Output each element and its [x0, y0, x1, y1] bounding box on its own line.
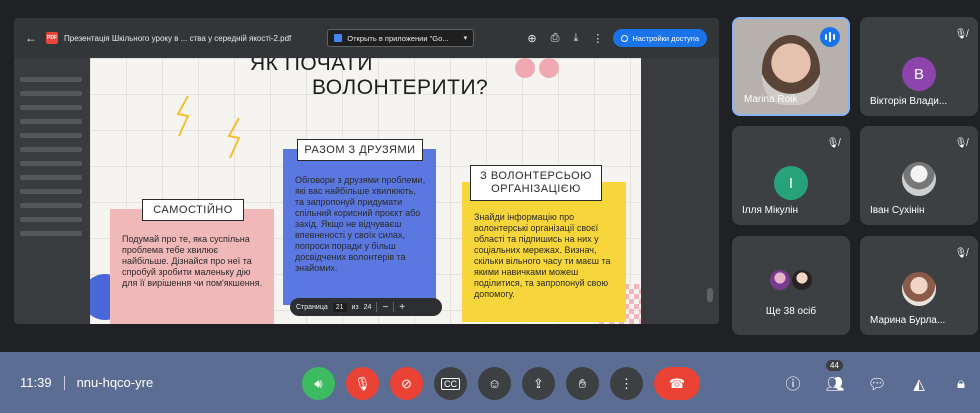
page-number-input[interactable]: 21: [332, 302, 347, 312]
present-screen-icon: ⇪: [533, 375, 544, 391]
speaking-indicator-icon: [820, 27, 840, 47]
host-controls-button[interactable]: 🔒︎: [950, 367, 972, 400]
drive-sidebar-ghost: [20, 68, 82, 245]
avatar: [902, 272, 936, 306]
more-vert-icon: ⋮: [620, 375, 633, 391]
page-controls: Страница 21 из 24 − +: [290, 298, 442, 316]
page-of-label: из: [351, 303, 359, 311]
audio-output-button[interactable]: 🔊︎: [302, 367, 335, 400]
people-button[interactable]: 44 👥︎: [824, 360, 846, 400]
slide-title: ЯК ПОЧАТИ ВОЛОНТЕРИТИ?: [250, 58, 510, 100]
info-icon: ⓘ: [785, 376, 801, 393]
slide-title-line-2: ВОЛОНТЕРИТИ?: [312, 76, 489, 99]
zoom-out-button[interactable]: −: [382, 302, 388, 313]
mic-off-icon: 🎙︎̸: [954, 28, 968, 40]
participant-tile[interactable]: Marina Roik: [732, 17, 850, 116]
camera-off-icon: ⊘: [401, 375, 412, 391]
participant-name: Іван Сухінін: [870, 205, 925, 216]
divider: [63, 375, 65, 390]
lightning-bolt-icon: [176, 95, 190, 137]
scrollbar[interactable]: [707, 288, 713, 302]
speaker-icon: 🔊︎: [314, 375, 323, 391]
mic-off-icon: 🎙︎̸: [954, 247, 968, 259]
participant-name: Вікторія Влади...: [870, 96, 948, 107]
reactions-button[interactable]: ☺: [478, 367, 511, 400]
emoji-icon: ☺: [487, 376, 502, 391]
zoom-in-button[interactable]: +: [399, 302, 405, 313]
mic-toggle-button[interactable]: 🎙︎: [346, 367, 379, 400]
open-in-app-button[interactable]: Открыть в приложении "Go... ▾: [327, 29, 475, 47]
mic-off-icon: 🎙︎̸: [826, 137, 840, 149]
captions-button[interactable]: CC: [434, 367, 467, 400]
participant-tile[interactable]: 🎙︎̸ І Ілля Мікулін: [732, 126, 850, 225]
share-settings-button[interactable]: Настройки доступа: [613, 29, 707, 47]
card-body: Знайди інформацію про волонтерські орган…: [474, 212, 611, 299]
lightning-bolt-icon: [227, 117, 241, 159]
card-independently: САМОСТІЙНО Подумай про те, яка суспільна…: [110, 199, 274, 324]
more-options-button[interactable]: ⋮: [610, 367, 643, 400]
add-shortcut-icon[interactable]: ⊕: [527, 32, 536, 45]
participant-name: Ілля Мікулін: [742, 205, 799, 216]
decorative-circles: [515, 58, 559, 78]
meeting-code: nnu-hqco-yre: [76, 375, 154, 390]
meeting-stage: ← PDF Презентація Шкільного уроку в ... …: [0, 0, 980, 352]
meeting-controls-bar: 11:39 nnu-hqco-yre 🔊︎ 🎙︎ ⊘ CC ☺ ⇪ ✋︎ ⋮ ☎…: [0, 352, 980, 413]
open-in-app-label: Открыть в приложении "Go...: [347, 33, 449, 43]
page-label: Страница: [296, 303, 328, 311]
participant-tile[interactable]: 🎙︎̸ Марина Бурла...: [860, 236, 978, 335]
raise-hand-button[interactable]: ✋︎: [566, 367, 599, 400]
shapes-icon: ◭: [913, 375, 925, 393]
card-body: Обговори з друзями проблеми, які вас най…: [295, 175, 426, 273]
presentation-slide: ЯК ПОЧАТИ ВОЛОНТЕРИТИ? САМОСТІЙНО Подума…: [90, 58, 641, 324]
card-heading: З ВОЛОНТЕРСЬОЮ ОРГАНІЗАЦІЄЮ: [470, 165, 602, 201]
card-with-organization: З ВОЛОНТЕРСЬОЮ ОРГАНІЗАЦІЄЮ Знайди інфор…: [462, 165, 626, 322]
chat-icon: 💬︎: [867, 375, 887, 393]
participant-avatars-group: [768, 268, 818, 292]
participant-tile[interactable]: 🎙︎̸ В Вікторія Влади...: [860, 17, 978, 116]
card-heading: РАЗОМ З ДРУЗЯМИ: [297, 139, 423, 161]
mic-off-icon: 🎙︎: [354, 375, 371, 391]
participants-count-badge: 44: [826, 360, 843, 371]
people-icon: 👥︎: [825, 375, 845, 393]
google-docs-icon: [334, 34, 343, 42]
globe-icon: [621, 34, 629, 42]
more-vert-icon[interactable]: ⋮: [592, 32, 603, 45]
participant-name: Марина Бурла...: [870, 315, 946, 326]
lock-person-icon: 🔒︎: [957, 375, 965, 392]
mic-off-icon: 🎙︎̸: [954, 137, 968, 149]
shared-screen: ← PDF Презентація Шкільного уроку в ... …: [14, 18, 719, 324]
print-icon[interactable]: ⎙: [551, 32, 560, 45]
more-participants-label: Ще 38 осіб: [765, 306, 817, 317]
card-with-friends: РАЗОМ З ДРУЗЯМИ Обговори з друзями пробл…: [283, 139, 436, 305]
present-button[interactable]: ⇪: [522, 367, 555, 400]
hand-icon: ✋︎: [578, 375, 587, 391]
phone-hangup-icon: ☎︎: [668, 375, 686, 391]
slide-title-line-1: ЯК ПОЧАТИ: [250, 58, 373, 75]
activities-button[interactable]: ◭: [908, 367, 930, 400]
pdf-file-icon: PDF: [46, 32, 58, 44]
meeting-details-button[interactable]: ⓘ: [782, 367, 804, 400]
camera-toggle-button[interactable]: ⊘: [390, 367, 423, 400]
pdf-title: Презентація Шкільного уроку в ... ства у…: [64, 33, 292, 43]
chat-button[interactable]: 💬︎: [866, 367, 888, 400]
participant-name: Marina Roik: [744, 94, 798, 105]
card-heading: САМОСТІЙНО: [142, 199, 244, 221]
share-settings-label: Настройки доступа: [632, 33, 699, 43]
avatar: І: [774, 166, 808, 200]
pdf-toolbar: ← PDF Презентація Шкільного уроку в ... …: [14, 18, 719, 58]
end-call-button[interactable]: ☎︎: [654, 367, 700, 400]
download-icon[interactable]: ⤓: [573, 32, 578, 45]
participant-tile[interactable]: 🎙︎̸ Іван Сухінін: [860, 126, 978, 225]
clock: 11:39: [20, 375, 52, 390]
chevron-down-icon[interactable]: ▾: [464, 34, 468, 42]
card-body: Подумай про те, яка суспільна проблема т…: [122, 234, 263, 288]
avatar: В: [902, 57, 936, 91]
more-participants-tile[interactable]: Ще 38 осіб: [732, 236, 850, 335]
page-total: 24: [363, 303, 372, 311]
back-arrow-icon[interactable]: ←: [20, 27, 42, 49]
avatar: [902, 162, 936, 196]
captions-icon: CC: [441, 377, 460, 390]
